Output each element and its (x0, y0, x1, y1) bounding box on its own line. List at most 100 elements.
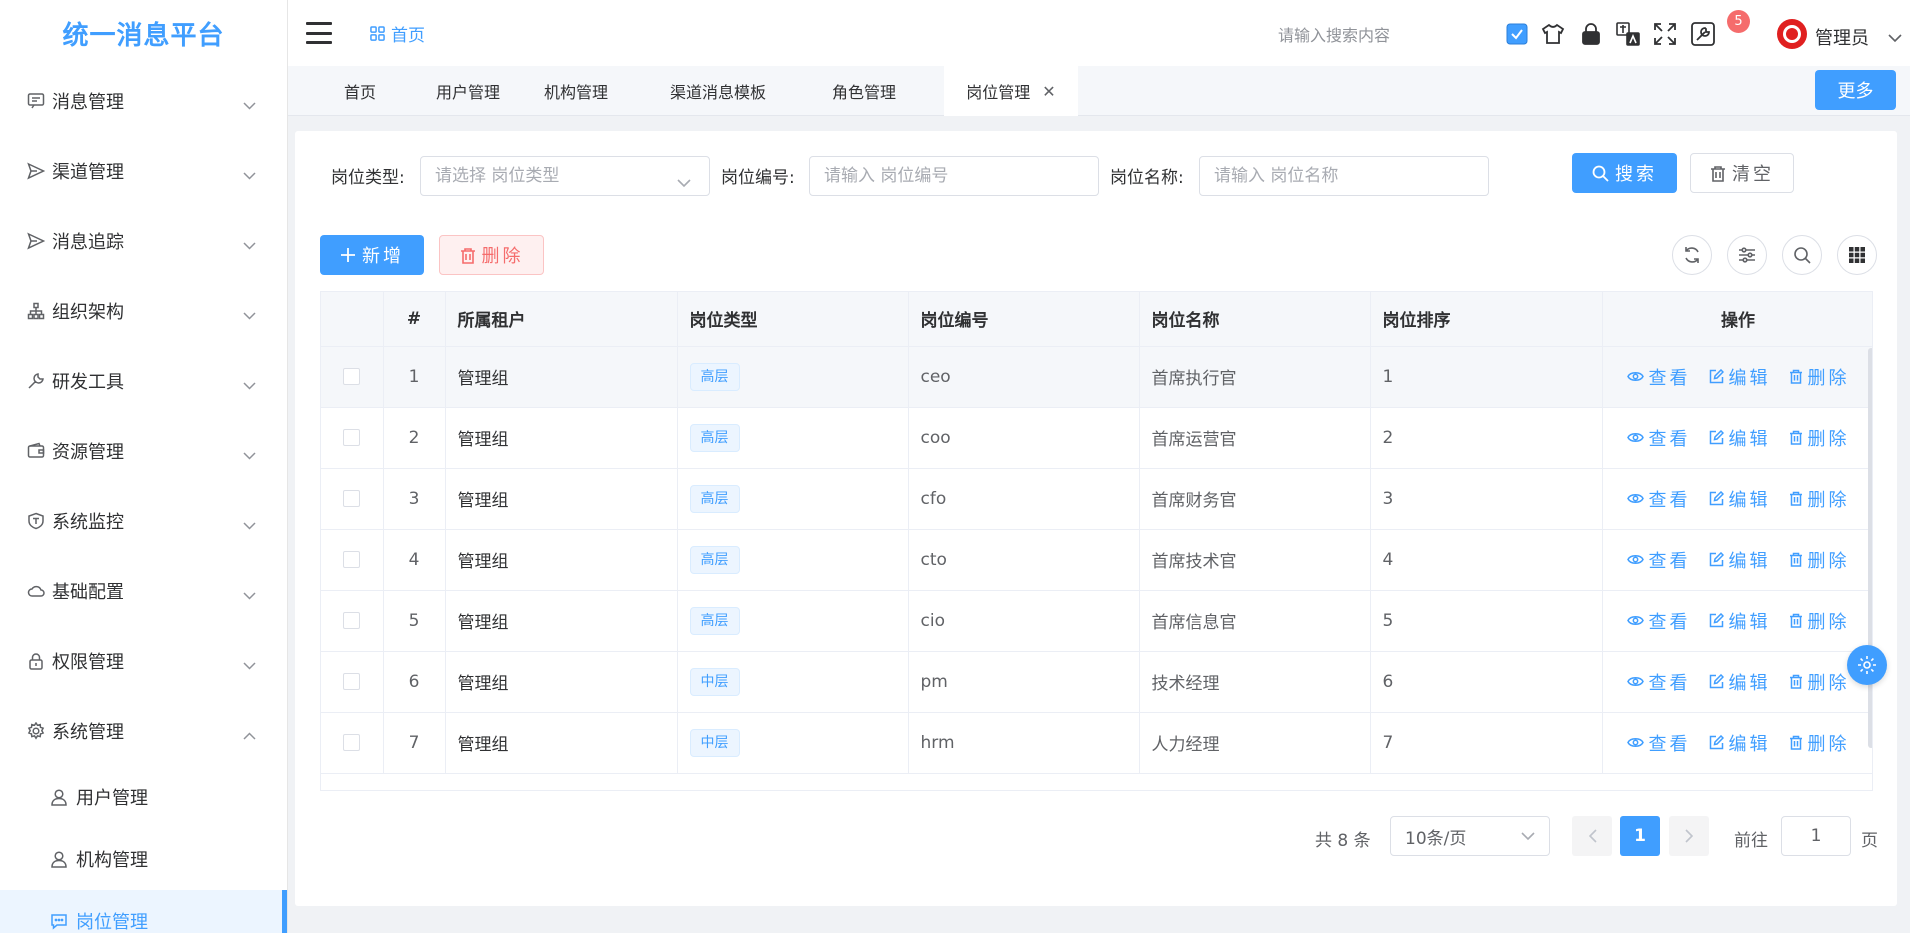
page-number-button[interactable]: 1 (1620, 816, 1660, 856)
column-header: 岗位名称 (1139, 292, 1371, 347)
sidebar-item[interactable]: 系统监控 (0, 486, 287, 556)
tab[interactable]: 渠道消息模板 (654, 66, 782, 116)
edit-link[interactable]: 编辑 (1709, 364, 1771, 390)
sidebar-subitem[interactable]: 岗位管理 (0, 890, 287, 933)
edit-link[interactable]: 编辑 (1709, 669, 1771, 695)
chevron-down-icon (243, 164, 257, 180)
tab-label: 角色管理 (831, 83, 896, 102)
sidebar-subitem[interactable]: 机构管理 (0, 828, 287, 890)
post-name-input[interactable] (1199, 156, 1489, 196)
tab[interactable]: 首页 (320, 66, 400, 116)
user-name[interactable]: 管理员 (1815, 24, 1869, 50)
view-link[interactable]: 查看 (1626, 547, 1691, 573)
status-badge: 高层 (689, 606, 740, 635)
page-size-select[interactable]: 10条/页 (1390, 816, 1550, 856)
page-size-value: 10条/页 (1405, 828, 1467, 849)
row-checkbox[interactable] (343, 490, 361, 507)
sidebar-item[interactable]: 资源管理 (0, 416, 287, 486)
row-checkbox[interactable] (343, 673, 361, 690)
translate-icon[interactable] (1616, 22, 1640, 46)
delete-button[interactable]: 删除 (439, 235, 544, 275)
delete-link[interactable]: 删除 (1789, 364, 1850, 390)
sidebar-item-label: 研发工具 (52, 372, 124, 393)
post-code-input[interactable] (809, 156, 1099, 196)
row-checkbox[interactable] (343, 368, 361, 385)
delete-link[interactable]: 删除 (1789, 547, 1850, 573)
sidebar-item[interactable]: 研发工具 (0, 346, 287, 416)
chevron-down-icon (677, 173, 691, 193)
view-link[interactable]: 查看 (1626, 608, 1691, 634)
shirt-theme-icon[interactable] (1541, 22, 1565, 46)
table-row[interactable]: 7 管理组 中层 hrm 人力经理 7 查看 编辑 删除 (321, 712, 1872, 774)
view-link[interactable]: 查看 (1626, 730, 1691, 756)
cell-name: 人力经理 (1139, 712, 1371, 774)
table-row[interactable]: 5 管理组 高层 cio 首席信息官 5 查看 编辑 删除 (321, 590, 1872, 652)
sidebar-item[interactable]: 基础配置 (0, 556, 287, 626)
delete-link[interactable]: 删除 (1789, 425, 1850, 451)
post-type-select[interactable] (420, 156, 710, 196)
tab[interactable]: 机构管理 (524, 66, 628, 116)
edit-link[interactable]: 编辑 (1709, 425, 1771, 451)
row-actions: 查看 编辑 删除 (1615, 364, 1862, 390)
settings-gear-icon[interactable] (1847, 645, 1887, 685)
search-icon (1592, 165, 1609, 182)
sidebar-item[interactable]: 系统管理 (0, 696, 287, 766)
sidebar-item[interactable]: 渠道管理 (0, 136, 287, 206)
notification-badge[interactable]: 5 (1727, 10, 1750, 33)
delete-link[interactable]: 删除 (1789, 730, 1850, 756)
lock-icon[interactable] (1579, 22, 1603, 46)
table-row[interactable]: 3 管理组 高层 cfo 首席财务官 3 查看 编辑 删除 (321, 468, 1872, 530)
row-checkbox[interactable] (343, 734, 361, 751)
sidebar-subitem[interactable]: 用户管理 (0, 766, 287, 828)
cell-index: 3 (383, 468, 446, 530)
sidebar-item[interactable]: 权限管理 (0, 626, 287, 696)
edit-link[interactable]: 编辑 (1709, 608, 1771, 634)
menu-toggle-icon[interactable] (306, 22, 332, 44)
sidebar-item[interactable]: 组织架构 (0, 276, 287, 346)
table-row[interactable]: 2 管理组 高层 coo 首席运营官 2 查看 编辑 删除 (321, 407, 1872, 469)
tools-icon[interactable] (1691, 22, 1715, 46)
delete-link[interactable]: 删除 (1789, 669, 1850, 695)
view-link[interactable]: 查看 (1626, 425, 1691, 451)
chevron-down-icon[interactable] (1888, 28, 1902, 48)
goto-page-input[interactable] (1781, 816, 1851, 856)
table-row[interactable]: 6 管理组 中层 pm 技术经理 6 查看 编辑 删除 (321, 651, 1872, 713)
table-row[interactable]: 4 管理组 高层 cto 首席技术官 4 查看 编辑 删除 (321, 529, 1872, 591)
tab[interactable]: 用户管理 (418, 66, 518, 116)
edit-link[interactable]: 编辑 (1709, 486, 1771, 512)
refresh-icon[interactable] (1672, 235, 1712, 275)
view-link[interactable]: 查看 (1626, 364, 1691, 390)
checkbox-toggle-icon[interactable] (1505, 22, 1529, 46)
column-header: 所属租户 (445, 292, 678, 347)
clear-button[interactable]: 清空 (1690, 153, 1794, 193)
edit-link[interactable]: 编辑 (1709, 547, 1771, 573)
row-checkbox[interactable] (343, 612, 361, 629)
next-page-button[interactable] (1669, 816, 1709, 856)
tab[interactable]: 角色管理 (808, 66, 920, 116)
tab[interactable]: 岗位管理 ✕ (944, 66, 1078, 116)
row-checkbox[interactable] (343, 429, 361, 446)
more-tabs-button[interactable]: 更多 (1815, 70, 1896, 110)
global-search-input[interactable] (1278, 20, 1488, 50)
row-checkbox[interactable] (343, 551, 361, 568)
avatar[interactable] (1777, 19, 1807, 49)
sidebar-item[interactable]: 消息管理 (0, 66, 287, 136)
view-link[interactable]: 查看 (1626, 486, 1691, 512)
close-icon[interactable]: ✕ (1042, 82, 1055, 101)
add-button[interactable]: 新增 (320, 235, 424, 275)
breadcrumb[interactable]: 首页 (370, 21, 425, 46)
view-link[interactable]: 查看 (1626, 669, 1691, 695)
fullscreen-icon[interactable] (1653, 22, 1677, 46)
delete-link[interactable]: 删除 (1789, 608, 1850, 634)
table-row[interactable]: 1 管理组 高层 ceo 首席执行官 1 查看 编辑 删除 (321, 346, 1872, 408)
prev-page-button[interactable] (1572, 816, 1612, 856)
cell-tenant: 管理组 (445, 590, 678, 652)
search-icon[interactable] (1782, 235, 1822, 275)
search-button[interactable]: 搜索 (1572, 153, 1677, 193)
delete-link[interactable]: 删除 (1789, 486, 1850, 512)
sidebar-item[interactable]: 消息追踪 (0, 206, 287, 276)
filter-settings-icon[interactable] (1727, 235, 1767, 275)
grid-icon[interactable] (1837, 235, 1877, 275)
cell-type: 高层 (677, 346, 909, 408)
edit-link[interactable]: 编辑 (1709, 730, 1771, 756)
